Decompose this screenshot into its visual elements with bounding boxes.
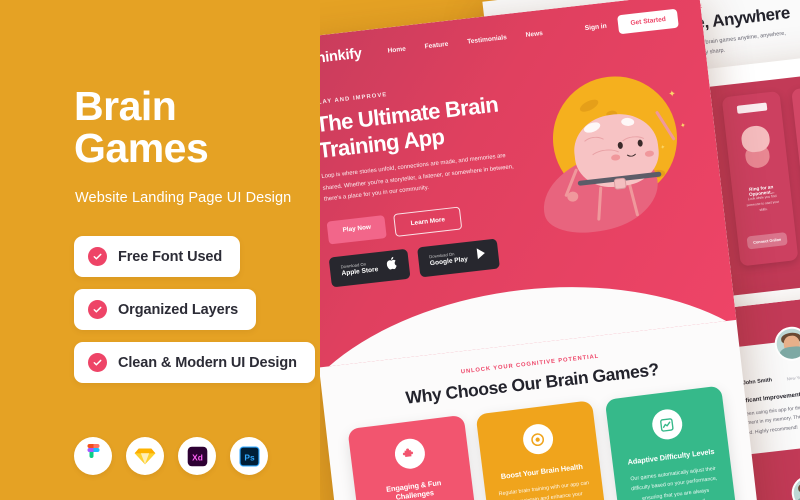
learn-more-button[interactable]: Learn More xyxy=(393,206,463,237)
title-line-1: Brain xyxy=(74,83,177,129)
hero-section: Thinkify Home Feature Testimonials News … xyxy=(281,0,737,368)
sketch-icon xyxy=(126,437,164,475)
puzzle-piece-icon xyxy=(392,437,427,471)
feature-card-title: Boost Your Brain Health xyxy=(500,461,584,481)
page-title: Brain Games xyxy=(74,83,209,171)
badge-label: Free Font Used xyxy=(118,248,223,265)
svg-text:Xd: Xd xyxy=(192,452,203,462)
belt-knot xyxy=(613,177,627,190)
feature-card-adaptive[interactable]: Adaptive Difficulty Levels Our games aut… xyxy=(604,385,740,500)
store-badges: Download On Apple Store Download On Goog… xyxy=(328,238,501,288)
check-circle-icon xyxy=(88,247,107,266)
sparkle-icon: ✦ xyxy=(660,144,666,152)
badge-free-font: Free Font Used xyxy=(74,236,241,277)
feature-badges: Free Font Used Organized Layers Clean & … xyxy=(74,236,315,383)
play-now-button[interactable]: Play Now xyxy=(326,215,388,245)
phone-card-logo xyxy=(736,102,768,114)
avatar-body xyxy=(796,494,800,500)
get-started-button[interactable]: Get Started xyxy=(617,8,679,34)
feature-card-title: Engaging & Fun Challenges xyxy=(385,478,442,500)
testimonial-name: John Smith xyxy=(742,377,773,387)
brain-shine xyxy=(620,117,635,127)
feature-card-engaging[interactable]: Engaging & Fun Challenges Our app offers… xyxy=(347,414,483,500)
smile xyxy=(624,148,639,158)
sign-in-link[interactable]: Sign in xyxy=(584,22,607,31)
mockup-sheet-main: Thinkify Home Feature Testimonials News … xyxy=(281,0,763,500)
badge-clean-modern: Clean & Modern UI Design xyxy=(74,342,315,383)
feature-card-body: Regular brain training with our app can … xyxy=(498,480,590,500)
figma-icon xyxy=(74,437,112,475)
svg-text:Ps: Ps xyxy=(244,452,255,462)
brain-mascot-illustration: ✦ ✦ ✦ xyxy=(513,48,726,283)
page-subtitle: Website Landing Page UI Design xyxy=(75,190,292,206)
nav-actions: Sign in Get Started xyxy=(584,8,679,37)
google-play-button[interactable]: Download On Google Play xyxy=(417,238,501,278)
phone-card-button[interactable]: Connect Online xyxy=(746,232,788,250)
avatar-body xyxy=(779,345,800,363)
badge-label: Clean & Modern UI Design xyxy=(118,354,297,371)
presentation-canvas: CONVENIENT & ACCESSIBLE Train Your Brain… xyxy=(0,0,800,500)
apple-icon xyxy=(386,256,399,275)
nav-item-testimonials[interactable]: Testimonials xyxy=(467,34,507,45)
apple-store-button[interactable]: Download On Apple Store xyxy=(328,248,411,288)
check-circle-icon xyxy=(88,300,107,319)
badge-label: Organized Layers xyxy=(118,301,239,318)
chart-icon xyxy=(649,407,684,442)
title-line-2: Games xyxy=(74,124,209,171)
feature-card-body: Our games automatically adjust their dif… xyxy=(629,465,718,500)
testimonial-location: New York, USA xyxy=(786,373,800,382)
badge-organized-layers: Organized Layers xyxy=(74,289,257,330)
adobe-xd-icon: Xd xyxy=(178,437,216,475)
sparkle-icon: ✦ xyxy=(667,88,677,100)
phone-card-subtitle: Look while you find someone to start you… xyxy=(746,193,780,212)
feature-card-title: Adaptive Difficulty Levels xyxy=(626,446,715,467)
tool-icons: Xd Ps xyxy=(74,437,268,475)
nav-item-home[interactable]: Home xyxy=(387,45,406,54)
sparkle-icon: ✦ xyxy=(679,122,687,131)
nav-links: Home Feature Testimonials News xyxy=(387,29,543,54)
check-circle-icon xyxy=(88,353,107,372)
google-play-icon xyxy=(476,246,489,265)
promo-panel: Brain Games Website Landing Page UI Desi… xyxy=(0,0,320,500)
feature-card-health[interactable]: Boost Your Brain Health Regular brain tr… xyxy=(475,400,611,500)
nav-item-news[interactable]: News xyxy=(525,29,543,38)
hero-buttons: Play Now Learn More xyxy=(326,206,463,245)
photoshop-icon: Ps xyxy=(230,437,268,475)
nav-item-feature[interactable]: Feature xyxy=(424,40,448,50)
cheek-right xyxy=(644,150,655,157)
target-icon xyxy=(521,422,555,456)
